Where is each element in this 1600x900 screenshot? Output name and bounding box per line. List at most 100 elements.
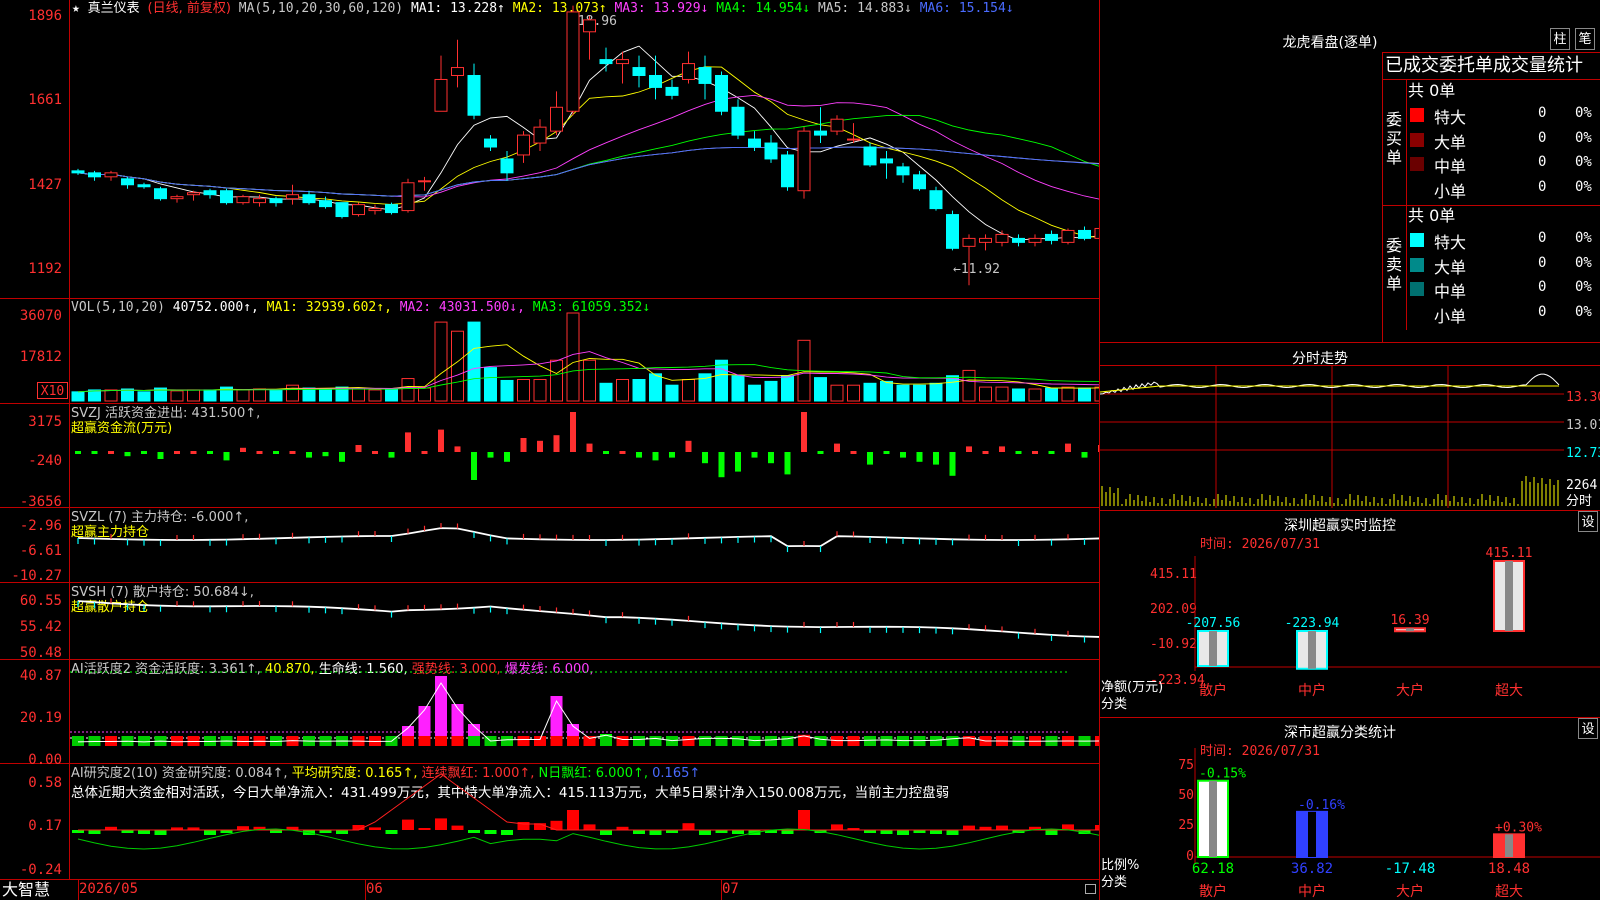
flow-bar: [1032, 451, 1038, 454]
candle-body: [748, 138, 761, 148]
volume-bar: [1012, 388, 1025, 402]
volume-bar: [401, 378, 415, 402]
active-base-bar: [451, 736, 464, 746]
candle-body: [154, 188, 167, 200]
lock-icon[interactable]: [1085, 884, 1096, 894]
cls-ratio-chart[interactable]: -0.15% 62.18 散户 -0.16% 36.82 中户 -17.48 大户 +0.30%…: [1100, 718, 1600, 900]
sz-bar-shade: [1209, 631, 1217, 667]
research-red-line: [78, 773, 1099, 831]
volume-chart[interactable]: [70, 299, 1099, 403]
flow-bar: [1098, 445, 1099, 452]
volume-bar: [302, 387, 316, 402]
volume-bar: [632, 379, 646, 402]
flow-bar: [801, 412, 807, 452]
intraday-chart[interactable]: [1100, 366, 1600, 508]
research-bar: [385, 830, 398, 834]
candle-body: [1028, 237, 1042, 243]
volume-bar: [995, 386, 1009, 402]
candle-body: [319, 200, 332, 208]
volume-bar: [847, 384, 860, 402]
buy-order-count: 0: [1538, 178, 1547, 195]
volume-bar: [896, 384, 910, 402]
sell-order-pct: 0%: [1575, 279, 1592, 295]
sell-order-count: 0: [1538, 303, 1547, 320]
flow-bar: [223, 452, 230, 461]
cls-bar-change: -0.16%: [1298, 798, 1345, 813]
sz-net-amount-chart[interactable]: -207.56 散户 -223.94 中户 16.39 大户 415.11 超大: [1100, 511, 1600, 717]
volume-bar: [385, 388, 398, 402]
research-bar: [484, 830, 497, 834]
volume-bar: [434, 321, 448, 402]
retail-holding-chart[interactable]: [70, 583, 1099, 659]
fund-flow-chart[interactable]: [70, 404, 1099, 507]
volume-bar: [1094, 386, 1099, 402]
research-bar: [880, 830, 893, 834]
active-base-bar: [699, 736, 711, 746]
ai-research-chart[interactable]: [70, 764, 1099, 879]
app-logo[interactable]: 大智慧: [2, 881, 50, 899]
candle-body: [599, 59, 613, 65]
y-tick: 3175: [28, 414, 62, 430]
candle-body: [682, 63, 695, 80]
candle-body: [929, 190, 943, 210]
left-chart-area[interactable]: ★ 真兰仪表 (日线, 前复权) MA(5,10,20,30,60,120) M…: [0, 0, 1100, 900]
candle-body: [1045, 233, 1058, 241]
research-bar: [831, 824, 843, 830]
flow-bar: [322, 452, 329, 457]
volume-bar: [319, 388, 332, 402]
buy-order-count: 0: [1538, 105, 1547, 121]
candle-body: [715, 74, 728, 112]
flow-bar: [817, 451, 824, 454]
research-bar: [963, 825, 975, 830]
flow-bar: [900, 452, 906, 458]
research-bar: [435, 818, 447, 830]
candle-body: [137, 184, 151, 188]
main-holding-line: [77, 527, 1099, 548]
main-holding-chart[interactable]: [70, 508, 1099, 582]
intraday-price-line: [1100, 373, 1560, 395]
lhb-title: 龙虎看盘(逐单): [1282, 35, 1378, 51]
candle-body: [418, 180, 431, 183]
flow-bar: [289, 451, 296, 454]
sell-order-label: 特大: [1434, 233, 1467, 252]
tick-view-button[interactable]: 笔: [1575, 28, 1595, 50]
date-label: 07: [722, 881, 739, 897]
flow-bar: [108, 451, 114, 454]
volume-bar: [731, 375, 745, 402]
active-base-bar: [171, 736, 183, 746]
candle-body: [269, 198, 283, 204]
ma5-line: [77, 45, 1099, 241]
flow-bar: [1065, 443, 1071, 452]
flow-bar: [834, 443, 840, 452]
cls-bar-shade: [1209, 780, 1217, 857]
candle-body: [253, 198, 266, 204]
candle-body: [1078, 229, 1091, 239]
date-tick: [721, 880, 722, 900]
research-bar: [1045, 830, 1058, 835]
candle-body: [368, 208, 382, 212]
cls-bar-value: 62.18: [1192, 861, 1234, 877]
research-bar: [451, 825, 464, 830]
candle-body: [302, 194, 316, 204]
candlestick-chart[interactable]: [70, 0, 1099, 298]
y-tick: 0.17: [28, 818, 62, 834]
research-bar: [633, 830, 645, 834]
flow-bar: [273, 451, 279, 454]
sell-order-pct: 0%: [1575, 303, 1592, 320]
flow-bar: [421, 451, 428, 454]
research-bar: [138, 830, 150, 834]
flow-bar: [256, 451, 263, 454]
column-view-button[interactable]: 柱: [1550, 28, 1570, 50]
buy-order-row: 大单 0 0%: [1408, 129, 1600, 152]
date-label: 2026/05: [79, 881, 139, 897]
volume-bar: [583, 359, 596, 402]
divider: [1100, 342, 1600, 343]
volume-bar: [764, 380, 778, 402]
active-line: [77, 682, 1099, 743]
candle-body: [913, 174, 926, 190]
sell-order-label: 小单: [1434, 306, 1467, 326]
flow-bar: [174, 451, 180, 454]
divider: [1406, 206, 1407, 330]
intraday-tick: 12.73: [1566, 446, 1600, 461]
ai-active-chart[interactable]: [70, 660, 1099, 763]
